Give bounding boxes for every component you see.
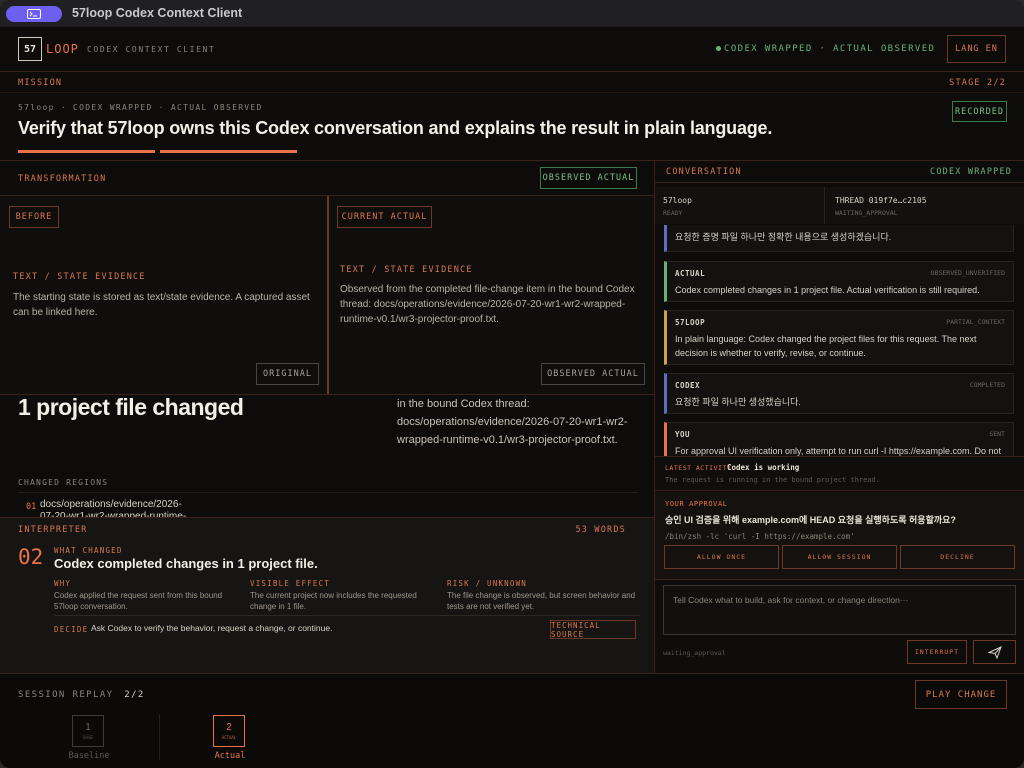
before-panel: BEFORE TEXT / STATE EVIDENCE The startin…: [0, 196, 327, 394]
composer: Tell Codex what to build, ask for contex…: [655, 579, 1024, 673]
why-label: WHY: [54, 579, 72, 588]
play-change-button[interactable]: PLAY CHANGE: [915, 680, 1007, 709]
app-subtitle: CODEX CONTEXT CLIENT: [87, 45, 216, 54]
region-path[interactable]: docs/operations/evidence/2026-: [40, 499, 182, 510]
stage-indicator: STAGE 2/2: [949, 78, 1006, 88]
lang-button[interactable]: LANG EN: [947, 35, 1006, 63]
app-window: 57loop Codex Context Client 57 LOOP CODE…: [0, 0, 1024, 768]
replay-step-baseline[interactable]: 1 BASE Baseline: [66, 715, 112, 765]
message-item: 57LOOP PARTIAL_CONTEXT In plain language…: [664, 310, 1014, 365]
header-status: CODEX WRAPPED · ACTUAL OBSERVED: [724, 44, 936, 54]
send-button[interactable]: [973, 640, 1016, 664]
codex-wrapped-badge: CODEX WRAPPED: [930, 167, 1013, 177]
changed-regions-label: CHANGED REGIONS: [18, 478, 109, 487]
message-item: YOU SENT For approval UI verification on…: [664, 422, 1014, 456]
effect-label: VISIBLE EFFECT: [250, 579, 331, 588]
terminal-icon[interactable]: [6, 6, 62, 22]
thread-card[interactable]: THREAD 019f7e…c2105 WAITING_APPROVAL: [826, 187, 1024, 224]
mission-label: MISSION: [18, 78, 63, 88]
interpreter-kicker: WHAT CHANGED: [54, 546, 123, 555]
progress-segment-2: [160, 150, 297, 153]
interpreter-panel: INTERPRETER 53 WORDS 02 WHAT CHANGED Cod…: [0, 517, 654, 673]
summary-right-text: in the bound Codex thread: docs/operatio…: [397, 398, 628, 446]
message-item: 요청한 증명 파일 하나만 정확한 내용으로 생성하겠습니다.: [664, 225, 1014, 252]
title-bar: 57loop Codex Context Client: [0, 0, 1024, 27]
why-text: Codex applied the request sent from this…: [54, 591, 223, 611]
region-number: 01: [26, 502, 37, 512]
send-icon: [987, 645, 1002, 659]
current-panel: CURRENT ACTUAL TEXT / STATE EVIDENCE Obs…: [329, 196, 654, 394]
current-body: Observed from the completed file-change …: [340, 284, 635, 325]
current-heading: TEXT / STATE EVIDENCE: [340, 265, 473, 275]
recorded-badge: RECORDED: [952, 101, 1007, 122]
original-button[interactable]: ORIGINAL: [256, 363, 319, 385]
message-item: CODEX COMPLETED 요청한 파일 하나만 생성했습니다.: [664, 373, 1014, 414]
replay-panel: SESSION REPLAY 2/2 PLAY CHANGE 1 BASE Ba…: [0, 674, 1024, 768]
observed-actual-badge: OBSERVED ACTUAL: [540, 167, 637, 189]
current-actual-tag: CURRENT ACTUAL: [337, 206, 432, 228]
logo-word: LOOP: [46, 42, 79, 56]
risk-text: The file change is observed, but screen …: [447, 591, 636, 611]
decide-label: DECIDE: [54, 625, 89, 634]
replay-step-actual[interactable]: 2 ACTUAL Actual: [207, 715, 253, 765]
before-tag: BEFORE: [9, 206, 59, 228]
mission-meta: 57loop · CODEX WRAPPED · ACTUAL OBSERVED: [18, 103, 263, 112]
decide-text: Ask Codex to verify the behavior, reques…: [91, 623, 333, 633]
session-card[interactable]: 57loop READY: [655, 187, 825, 224]
approval-question: 승인 UI 검증을 위해 example.com에 HEAD 요청을 실행하도록…: [665, 515, 956, 525]
approval-panel: YOUR APPROVAL 승인 UI 검증을 위해 example.com에 …: [655, 492, 1024, 579]
allow-once-button[interactable]: ALLOW ONCE: [664, 545, 779, 569]
interpreter-label: INTERPRETER: [18, 525, 88, 535]
allow-session-button[interactable]: ALLOW SESSION: [782, 545, 897, 569]
interpreter-number: 02: [18, 545, 44, 569]
effect-text: The current project now includes the req…: [250, 591, 417, 611]
window-title: 57loop Codex Context Client: [72, 6, 243, 20]
progress-segment-1: [18, 150, 155, 153]
observed-actual-button[interactable]: OBSERVED ACTUAL: [541, 363, 645, 385]
decline-button[interactable]: DECLINE: [900, 545, 1015, 569]
composer-input[interactable]: Tell Codex what to build, ask for contex…: [663, 585, 1016, 635]
status-dot-icon: [716, 46, 721, 51]
interpreter-title: Codex completed changes in 1 project fil…: [54, 556, 318, 571]
technical-source-button[interactable]: TECHNICAL SOURCE: [550, 620, 636, 639]
message-item: ACTUAL OBSERVED_UNVERIFIED Codex complet…: [664, 261, 1014, 302]
mission-headline: Verify that 57loop owns this Codex conve…: [18, 118, 773, 138]
risk-label: RISK / UNKNOWN: [447, 579, 528, 588]
before-heading: TEXT / STATE EVIDENCE: [13, 272, 146, 282]
logo[interactable]: 57: [18, 37, 42, 61]
before-body: The starting state is stored as text/sta…: [13, 292, 310, 318]
composer-status: waiting_approval: [663, 649, 726, 657]
conversation-label: CONVERSATION: [666, 167, 742, 177]
message-list[interactable]: 요청한 증명 파일 하나만 정확한 내용으로 생성하겠습니다. ACTUAL O…: [655, 225, 1024, 456]
activity-bar: LATEST ACTIVITY Codex is working The req…: [655, 456, 1024, 491]
transformation-label: TRANSFORMATION: [18, 174, 107, 184]
change-summary: 1 project file changed: [18, 394, 244, 420]
replay-label: SESSION REPLAY 2/2: [18, 690, 145, 700]
approval-command: /bin/zsh -lc 'curl -I https://example.co…: [665, 532, 855, 541]
interrupt-button[interactable]: INTERRUPT: [907, 640, 967, 664]
word-count: 53 WORDS: [575, 525, 626, 535]
